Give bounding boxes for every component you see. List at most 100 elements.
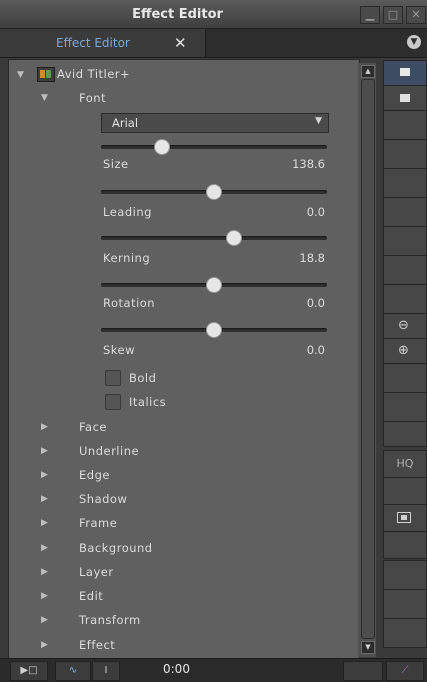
slider-thumb[interactable]: [154, 139, 171, 155]
section-frame[interactable]: Frame: [79, 516, 117, 530]
skew-slider[interactable]: [101, 321, 327, 339]
section-layer[interactable]: Layer: [79, 565, 114, 579]
collapsed-triangle-icon[interactable]: ▶: [41, 615, 48, 625]
scroll-down-button[interactable]: ▼: [361, 641, 375, 654]
toolbar-slot[interactable]: [383, 139, 427, 169]
hq-button[interactable]: HQ: [383, 450, 427, 478]
param-value: 138.6: [292, 157, 325, 171]
play-preview-icon: ▶□: [20, 665, 38, 676]
toolbar-slot[interactable]: [383, 531, 427, 559]
param-label: Rotation: [103, 296, 156, 310]
hq-label: HQ: [396, 457, 414, 470]
chevron-down-icon: ▼: [315, 116, 322, 126]
toggle-icon: [400, 68, 410, 76]
section-face[interactable]: Face: [79, 420, 107, 434]
collapsed-triangle-icon[interactable]: ▶: [41, 422, 48, 432]
maximize-button[interactable]: □: [383, 6, 403, 24]
tab-effect-editor[interactable]: Effect Editor ✕: [0, 29, 206, 57]
section-background[interactable]: Background: [79, 541, 153, 555]
param-label: Skew: [103, 343, 136, 357]
collapsed-triangle-icon[interactable]: ▶: [41, 470, 48, 480]
toolbar-slot[interactable]: [383, 255, 427, 285]
slider-thumb[interactable]: [206, 184, 222, 200]
param-label: Leading: [103, 205, 152, 219]
expand-triangle-icon[interactable]: ▼: [41, 93, 48, 103]
size-slider[interactable]: [101, 138, 327, 156]
param-label: Size: [103, 157, 129, 171]
toolbar-slot[interactable]: [383, 284, 427, 314]
collapsed-triangle-icon[interactable]: ▶: [41, 567, 48, 577]
keyframe-graph-button[interactable]: ∿: [55, 661, 91, 681]
collapsed-triangle-icon[interactable]: ▶: [41, 446, 48, 456]
collapsed-triangle-icon[interactable]: ▶: [41, 640, 48, 650]
param-value: 18.8: [299, 251, 325, 265]
enable-group-button[interactable]: [383, 85, 427, 111]
param-value: 0.0: [306, 343, 325, 357]
toolbar-slot[interactable]: [383, 560, 427, 590]
rotation-slider[interactable]: [101, 276, 327, 294]
toolbar-slot[interactable]: [383, 589, 427, 619]
toolbar-slot[interactable]: [383, 226, 427, 256]
chevron-down-icon[interactable]: ▼: [407, 35, 421, 49]
expand-triangle-icon[interactable]: ▼: [17, 70, 24, 80]
param-label: Kerning: [103, 251, 151, 265]
param-value: 0.0: [306, 296, 325, 310]
graph-toggle-icon: ⟋: [401, 665, 409, 676]
toolbar-slot[interactable]: [383, 421, 427, 447]
text-cursor-icon: I: [104, 665, 108, 676]
toolbar-slot[interactable]: [343, 661, 383, 681]
slider-thumb[interactable]: [206, 277, 222, 293]
graph-icon: ∿: [68, 665, 78, 676]
bold-label: Bold: [129, 371, 157, 385]
titler-icon: [37, 67, 55, 82]
zoom-in-button[interactable]: ⊕: [383, 338, 427, 364]
close-tab-icon[interactable]: ✕: [174, 34, 187, 52]
bottom-bar: ▶□ ∿ I 0:00 ⟋: [0, 658, 427, 682]
zoom-out-icon: ⊖: [398, 318, 409, 333]
kerning-slider[interactable]: [101, 229, 327, 247]
tab-label: Effect Editor: [56, 36, 130, 50]
toolbar-slot[interactable]: [383, 168, 427, 198]
toolbar-slot[interactable]: [383, 392, 427, 422]
section-edge[interactable]: Edge: [79, 468, 110, 482]
section-transform[interactable]: Transform: [79, 613, 141, 627]
toolbar-slot[interactable]: [383, 110, 427, 140]
toolbar-slot[interactable]: [383, 363, 427, 393]
play-preview-button[interactable]: ▶□: [10, 661, 48, 681]
italics-checkbox[interactable]: [105, 394, 121, 410]
bold-checkbox[interactable]: [105, 370, 121, 386]
slider-thumb[interactable]: [226, 230, 243, 246]
enable-effect-button[interactable]: [383, 60, 427, 86]
title-bar: Effect Editor ▁ □ ✕: [0, 0, 427, 29]
collapsed-triangle-icon[interactable]: ▶: [41, 591, 48, 601]
font-family-select[interactable]: Arial ▼: [101, 113, 329, 133]
keyframe-graph-toggle-button[interactable]: ⟋: [386, 661, 424, 681]
section-edit[interactable]: Edit: [79, 589, 103, 603]
toolbar-slot[interactable]: [383, 618, 427, 648]
toggle-icon: [400, 94, 410, 102]
effect-name: Avid Titler+: [57, 67, 131, 81]
zoom-out-button[interactable]: ⊖: [383, 313, 427, 339]
scroll-up-button[interactable]: ▲: [361, 65, 375, 78]
collapsed-triangle-icon[interactable]: ▶: [41, 543, 48, 553]
minimize-button[interactable]: ▁: [360, 6, 380, 24]
close-window-button[interactable]: ✕: [406, 6, 426, 24]
section-shadow[interactable]: Shadow: [79, 492, 127, 506]
toolbar-slot[interactable]: [383, 477, 427, 505]
leading-slider[interactable]: [101, 183, 327, 201]
section-effect[interactable]: Effect: [79, 638, 115, 652]
window-title: Effect Editor: [132, 7, 223, 22]
position-marker-button[interactable]: I: [92, 661, 120, 681]
font-family-value: Arial: [112, 116, 139, 130]
param-value: 0.0: [306, 205, 325, 219]
scroll-thumb[interactable]: [361, 79, 375, 639]
slider-thumb[interactable]: [206, 322, 222, 338]
safe-area-button[interactable]: [383, 504, 427, 532]
collapsed-triangle-icon[interactable]: ▶: [41, 494, 48, 504]
toolbar-slot[interactable]: [383, 197, 427, 227]
zoom-in-icon: ⊕: [398, 343, 409, 358]
collapsed-triangle-icon[interactable]: ▶: [41, 518, 48, 528]
italics-label: Italics: [129, 395, 167, 409]
vertical-scrollbar[interactable]: ▲ ▼: [358, 63, 376, 657]
section-underline[interactable]: Underline: [79, 444, 139, 458]
